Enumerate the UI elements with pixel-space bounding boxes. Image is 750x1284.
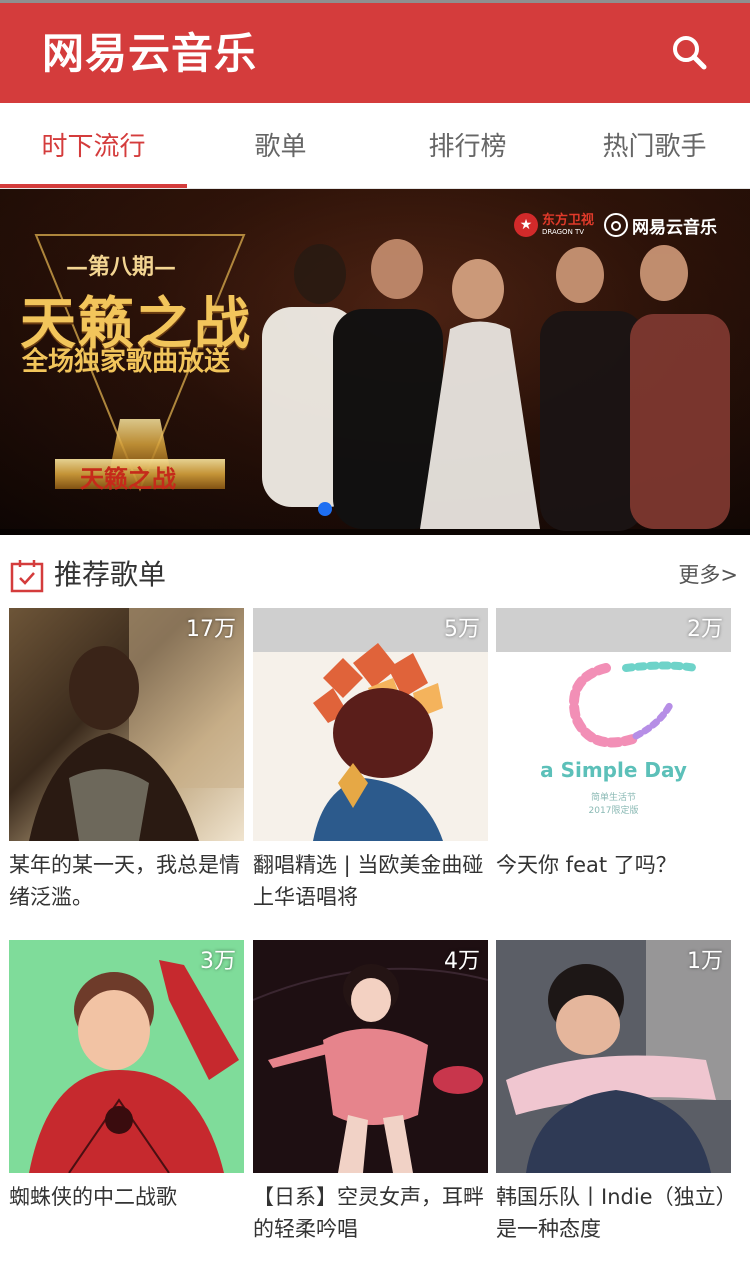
banner-carousel[interactable]: —第八期— 天籁之战 全场独家歌曲放送 天籁之战 ★ 东方卫视 DRAGON T… xyxy=(0,189,750,535)
tab-hot-singers[interactable]: 热门歌手 xyxy=(561,103,748,189)
nav-tabs: 时下流行 歌单 排行榜 热门歌手 xyxy=(0,103,750,189)
netease-music-logo-icon xyxy=(604,213,628,237)
channel-name-en: DRAGON TV xyxy=(542,227,585,236)
tab-playlists[interactable]: 歌单 xyxy=(187,103,374,189)
play-count: 1万 xyxy=(687,949,723,974)
more-link[interactable]: 更多> xyxy=(678,559,738,591)
playlist-title[interactable]: 韩国乐队丨Indie（独立）是一种态度 xyxy=(496,1181,736,1245)
cover-title-text: a Simple Day xyxy=(540,758,687,782)
playlist-cover[interactable]: 17万 xyxy=(9,608,244,841)
play-count: 2万 xyxy=(687,617,723,642)
playlist-title[interactable]: 某年的某一天，我总是情绪泛滥。 xyxy=(9,849,249,913)
search-icon xyxy=(673,36,707,70)
play-count: 17万 xyxy=(186,617,236,642)
recommended-playlists-header: 推荐歌单 更多> xyxy=(0,545,750,605)
app-logo[interactable]: 网易云音乐 xyxy=(42,27,257,81)
app-header: 网易云音乐 xyxy=(0,3,750,103)
play-count: 5万 xyxy=(444,617,480,642)
playlist-cover[interactable]: 2万 a Simple Day 简单生活节 2017限定版 xyxy=(496,608,731,841)
play-count: 3万 xyxy=(200,949,236,974)
section-title: 推荐歌单 xyxy=(54,558,167,591)
banner-subtitle: 全场独家歌曲放送 xyxy=(22,347,231,377)
banner-trophy-label: 天籁之战 xyxy=(80,464,176,493)
playlist-cover[interactable]: 3万 xyxy=(9,940,244,1173)
playlist-cover[interactable]: 4万 xyxy=(253,940,488,1173)
brand-badge: 网易云音乐 xyxy=(604,211,717,239)
carousel-indicator-dot[interactable] xyxy=(318,502,332,516)
playlist-title[interactable]: 【日系】空灵女声，耳畔的轻柔吟唱 xyxy=(253,1181,493,1245)
tab-trending[interactable]: 时下流行 xyxy=(0,103,187,189)
cover-subtitle-text: 简单生活节 2017限定版 xyxy=(588,793,639,816)
playlist-cover[interactable]: 5万 xyxy=(253,608,488,841)
playlist-cover[interactable]: 1万 xyxy=(496,940,731,1173)
channel-badge: ★ 东方卫视 DRAGON TV xyxy=(514,211,594,239)
search-button[interactable] xyxy=(670,33,710,73)
playlist-title[interactable]: 蜘蛛侠的中二战歌 xyxy=(9,1181,249,1213)
tab-charts[interactable]: 排行榜 xyxy=(374,103,561,189)
channel-star-icon: ★ xyxy=(514,213,538,237)
channel-name: 东方卫视 xyxy=(542,212,595,228)
banner-issue-label: —第八期— xyxy=(66,254,177,280)
calendar-check-icon xyxy=(10,560,44,593)
playlist-title[interactable]: 今天你 feat 了吗？ xyxy=(496,849,736,881)
playlist-title[interactable]: 翻唱精选 | 当欧美金曲碰上华语唱将 xyxy=(253,849,493,913)
brand-name: 网易云音乐 xyxy=(632,217,717,238)
play-count: 4万 xyxy=(444,949,480,974)
